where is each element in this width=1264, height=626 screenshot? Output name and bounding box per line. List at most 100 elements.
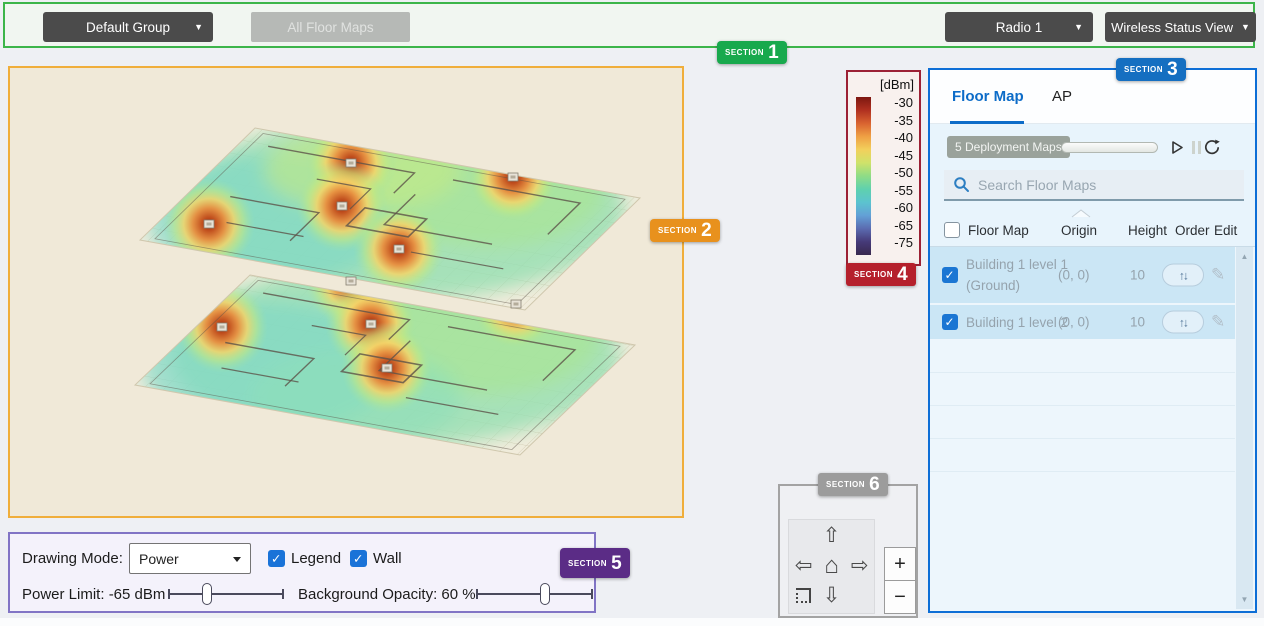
section-1-badge: SECTION 1 xyxy=(717,41,787,64)
legend-checkbox[interactable] xyxy=(268,550,285,567)
origin-cell: (0, 0) xyxy=(1058,315,1090,330)
legend-tick: -60 xyxy=(879,199,913,217)
play-button[interactable] xyxy=(1166,137,1186,157)
row-separator xyxy=(930,372,1235,373)
floor-map-panel: Floor Map AP 5 Deployment Maps xyxy=(928,68,1257,613)
background-opacity-label: Background Opacity: 60 % xyxy=(298,586,476,603)
row-separator xyxy=(930,438,1235,439)
pan-up-button[interactable]: ⇧ xyxy=(817,520,846,551)
order-button[interactable]: ↑↓ xyxy=(1162,264,1204,287)
legend-ticks: -30 -35 -40 -45 -50 -55 -60 -65 -75 xyxy=(879,94,913,252)
search-input[interactable] xyxy=(978,177,1228,193)
drawing-mode-value: Power xyxy=(139,551,179,567)
legend-tick: -45 xyxy=(879,147,913,165)
section-4-badge: SECTION 4 xyxy=(846,263,916,286)
search-floor-maps xyxy=(944,170,1244,201)
col-header-order[interactable]: Order xyxy=(1175,223,1210,238)
edit-pencil-icon[interactable]: ✎ xyxy=(1211,312,1225,332)
table-row[interactable]: Building 1 level 1 (Ground) (0, 0) 10 ↑↓… xyxy=(930,247,1235,303)
order-button[interactable]: ↑↓ xyxy=(1162,311,1204,334)
wall-checkbox[interactable] xyxy=(350,550,367,567)
play-icon xyxy=(1168,139,1185,156)
tab-ap[interactable]: AP xyxy=(1052,88,1072,105)
legend-tick: -40 xyxy=(879,129,913,147)
floor-map-name: Building 1 level 2 xyxy=(966,305,1068,339)
refresh-button[interactable] xyxy=(1202,137,1222,157)
drawing-mode-label: Drawing Mode: xyxy=(22,550,123,567)
wall-checkbox-label: Wall xyxy=(373,550,402,567)
col-header-floor-map[interactable]: Floor Map xyxy=(968,223,1029,238)
table-header: Floor Map Origin Height Order Edit xyxy=(930,216,1255,247)
chevron-down-icon: ▼ xyxy=(194,22,203,32)
tab-floor-map[interactable]: Floor Map xyxy=(952,88,1024,105)
legend-gradient-bar xyxy=(856,97,871,255)
floor-map-table-body: Building 1 level 1 (Ground) (0, 0) 10 ↑↓… xyxy=(930,247,1255,611)
pan-control-pad: ⇧ ⇦ ⌂ ⇨ ⇩ xyxy=(788,519,875,614)
refresh-icon xyxy=(1203,138,1221,156)
drawing-controls: Drawing Mode: Power Legend Wall Power Li… xyxy=(8,532,596,613)
deployment-progress[interactable] xyxy=(1061,142,1158,153)
chevron-down-icon: ▼ xyxy=(1074,22,1083,32)
heatmap-canvas[interactable] xyxy=(10,68,682,516)
power-limit-slider-thumb[interactable] xyxy=(202,583,212,605)
col-header-edit[interactable]: Edit xyxy=(1214,223,1237,238)
height-cell: 10 xyxy=(1130,268,1145,283)
table-scrollbar[interactable]: ▲ ▼ xyxy=(1236,247,1253,609)
section-2-badge: SECTION 2 xyxy=(650,219,720,242)
legend-tick: -50 xyxy=(879,164,913,182)
drawing-mode-select[interactable]: Power xyxy=(129,543,251,574)
panel-tabs: Floor Map AP xyxy=(930,70,1255,124)
power-limit-slider[interactable] xyxy=(168,582,284,606)
section-3-badge: SECTION 3 xyxy=(1116,58,1186,81)
row-checkbox[interactable] xyxy=(942,314,958,330)
power-limit-label: Power Limit: -65 dBm xyxy=(22,586,165,603)
group-dropdown[interactable]: Default Group ▼ xyxy=(43,12,213,42)
legend-title: [dBm] xyxy=(880,77,914,92)
deployment-maps-badge: 5 Deployment Maps xyxy=(947,136,1070,158)
legend-tick: -55 xyxy=(879,182,913,200)
floor-map-viewport[interactable] xyxy=(8,66,684,518)
row-separator xyxy=(930,405,1235,406)
background-opacity-slider-thumb[interactable] xyxy=(540,583,550,605)
col-header-origin[interactable]: Origin xyxy=(1061,223,1097,238)
row-checkbox[interactable] xyxy=(942,267,958,283)
select-all-checkbox[interactable] xyxy=(944,222,960,238)
zoom-in-button[interactable]: + xyxy=(884,547,916,581)
floor-map-name: Building 1 level 1 (Ground) xyxy=(966,247,1068,303)
map-navigation-controls: ⇧ ⇦ ⌂ ⇨ ⇩ + − xyxy=(778,484,918,618)
bottom-strip xyxy=(0,618,1264,626)
pan-right-button[interactable]: ⇨ xyxy=(845,550,874,581)
edit-pencil-icon[interactable]: ✎ xyxy=(1211,265,1225,285)
scroll-up-icon[interactable]: ▲ xyxy=(1236,252,1253,261)
search-icon xyxy=(953,176,970,193)
background-opacity-slider[interactable] xyxy=(476,582,593,606)
view-dropdown[interactable]: Wireless Status View ▼ xyxy=(1105,12,1256,42)
home-button[interactable]: ⌂ xyxy=(817,550,846,581)
active-tab-underline xyxy=(950,121,1024,124)
section-6-badge: SECTION 6 xyxy=(818,473,888,496)
top-toolbar: Default Group ▼ All Floor Maps Radio 1 ▼… xyxy=(3,2,1255,48)
up-down-arrows-icon: ↑↓ xyxy=(1179,315,1187,329)
section-5-badge: SECTION 5 xyxy=(560,548,630,578)
deployment-controls-row: 5 Deployment Maps xyxy=(930,136,1255,162)
table-row[interactable]: Building 1 level 2 (0, 0) 10 ↑↓ ✎ xyxy=(930,305,1235,339)
height-cell: 10 xyxy=(1130,315,1145,330)
pan-down-button[interactable]: ⇩ xyxy=(817,580,846,611)
legend-tick: -75 xyxy=(879,234,913,252)
legend-tick: -35 xyxy=(879,112,913,130)
zoom-out-button[interactable]: − xyxy=(884,580,916,614)
dbm-legend: [dBm] -30 -35 -40 -45 -50 -55 -60 -65 -7… xyxy=(846,70,921,266)
chevron-down-icon xyxy=(233,557,241,562)
selection-mode-button[interactable] xyxy=(789,580,818,611)
pan-left-button[interactable]: ⇦ xyxy=(789,550,818,581)
view-dropdown-value: Wireless Status View xyxy=(1111,20,1233,35)
up-down-arrows-icon: ↑↓ xyxy=(1179,268,1187,282)
legend-tick: -30 xyxy=(879,94,913,112)
selection-icon xyxy=(796,588,811,603)
group-dropdown-value: Default Group xyxy=(86,20,170,35)
all-floor-maps-button[interactable]: All Floor Maps xyxy=(251,12,410,42)
radio-dropdown[interactable]: Radio 1 ▼ xyxy=(945,12,1093,42)
scroll-down-icon[interactable]: ▼ xyxy=(1236,595,1253,604)
radio-dropdown-value: Radio 1 xyxy=(996,20,1043,35)
col-header-height[interactable]: Height xyxy=(1128,223,1167,238)
